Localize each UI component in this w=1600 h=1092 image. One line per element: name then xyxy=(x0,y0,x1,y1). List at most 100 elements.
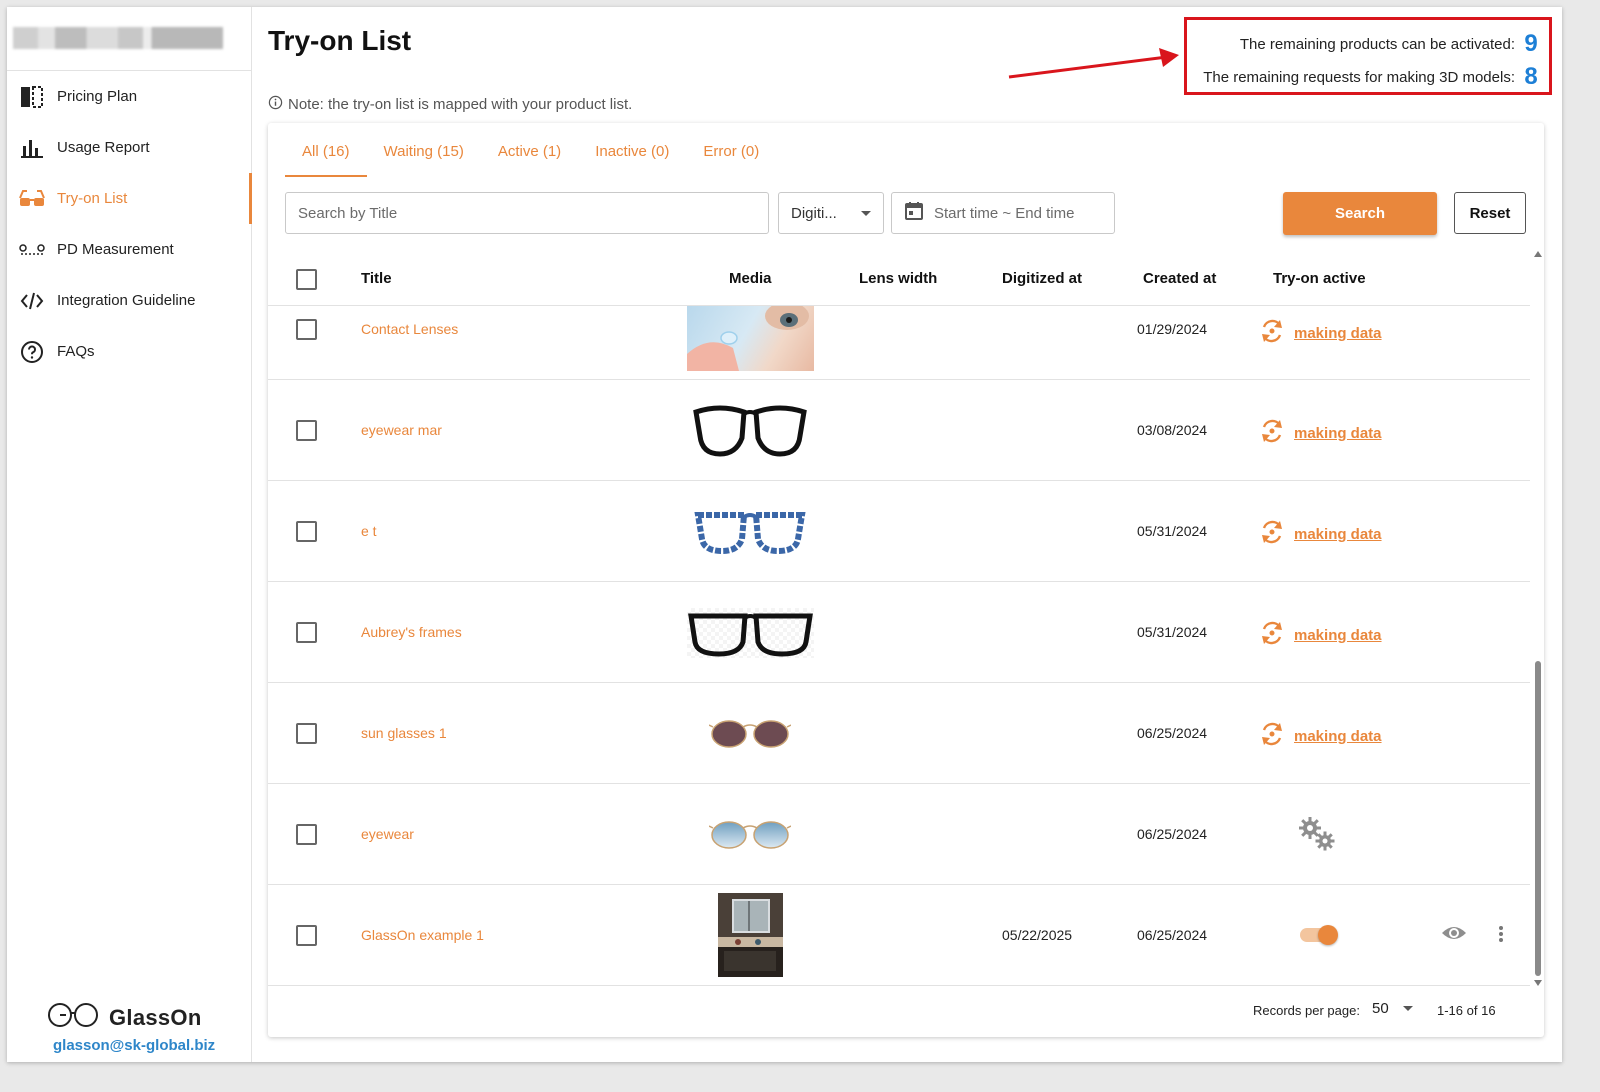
column-title[interactable]: Title xyxy=(361,270,392,287)
sidebar-nav: Pricing Plan Usage Report Try-on List PD… xyxy=(7,71,252,377)
row-created-at: 06/25/2024 xyxy=(1137,927,1208,943)
remaining-requests-row: The remaining requests for making 3D mod… xyxy=(1203,63,1539,91)
sidebar-item-try-on-list[interactable]: Try-on List xyxy=(7,173,252,224)
scrollbar-thumb[interactable] xyxy=(1535,661,1541,976)
row-title[interactable]: eyewear mar xyxy=(361,422,442,438)
search-title-input[interactable] xyxy=(285,192,769,234)
pagination-range: 1-16 of 16 xyxy=(1437,1003,1496,1018)
row-title[interactable]: Aubrey's frames xyxy=(361,624,462,640)
tab-error[interactable]: Error (0) xyxy=(686,143,776,175)
row-title[interactable]: eyewear xyxy=(361,826,414,842)
sidebar-item-label: Pricing Plan xyxy=(57,88,138,105)
date-range-placeholder: Start time ~ End time xyxy=(934,204,1075,222)
column-digitized-at[interactable]: Digitized at xyxy=(1002,270,1082,287)
table-scrollbar[interactable] xyxy=(1532,251,1544,986)
digitized-select-value: Digiti... xyxy=(791,204,837,222)
blue-gradient-sunglasses xyxy=(709,818,791,850)
records-per-page-value: 50 xyxy=(1372,1000,1389,1017)
making-data-label: making data xyxy=(1294,727,1382,745)
making-data-link[interactable]: making data xyxy=(1258,619,1382,651)
support-email-link[interactable]: glasson@sk-global.biz xyxy=(53,1037,227,1054)
date-range-picker[interactable]: Start time ~ End time xyxy=(891,192,1115,234)
more-vertical-icon[interactable] xyxy=(1498,925,1504,946)
try-on-active-toggle[interactable] xyxy=(1300,925,1338,945)
tab-inactive[interactable]: Inactive (0) xyxy=(578,143,686,175)
column-created-at[interactable]: Created at xyxy=(1143,270,1216,287)
tab-all[interactable]: All (16) xyxy=(285,143,367,177)
sidebar: Pricing Plan Usage Report Try-on List PD… xyxy=(7,7,252,1062)
table-row: e t 05/31/2024 making data xyxy=(268,481,1530,582)
pagination-footer: Records per page: 50 1-16 of 16 xyxy=(268,985,1530,1038)
row-created-at: 05/31/2024 xyxy=(1137,523,1208,539)
row-checkbox[interactable] xyxy=(296,420,317,441)
making-data-label: making data xyxy=(1294,626,1382,644)
records-per-page-select[interactable]: 50 xyxy=(1372,1000,1413,1017)
scroll-down-arrow-icon[interactable] xyxy=(1534,980,1542,986)
glasson-logo-icon xyxy=(47,1002,101,1033)
digitized-select[interactable]: Digiti... xyxy=(778,192,884,234)
row-created-at: 03/08/2024 xyxy=(1137,422,1208,438)
row-checkbox[interactable] xyxy=(296,723,317,744)
making-data-label: making data xyxy=(1294,324,1382,342)
making-data-label: making data xyxy=(1294,424,1382,442)
room-photo xyxy=(718,893,783,977)
app-window: Pricing Plan Usage Report Try-on List PD… xyxy=(7,7,1562,1062)
sync-icon xyxy=(1258,417,1286,449)
making-data-link[interactable]: making data xyxy=(1258,720,1382,752)
blurred-account-logo xyxy=(13,27,223,49)
annotation-arrow-icon xyxy=(1008,48,1179,79)
sidebar-item-label: PD Measurement xyxy=(57,241,174,258)
reset-button[interactable]: Reset xyxy=(1454,192,1526,234)
sync-icon xyxy=(1258,317,1286,349)
row-checkbox[interactable] xyxy=(296,319,317,340)
tab-waiting[interactable]: Waiting (15) xyxy=(367,143,481,175)
sidebar-item-integration-guideline[interactable]: Integration Guideline xyxy=(7,275,251,326)
row-checkbox[interactable] xyxy=(296,925,317,946)
chevron-down-icon xyxy=(861,210,871,216)
brown-round-sunglasses xyxy=(709,717,791,749)
row-digitized-at: 05/22/2025 xyxy=(1002,927,1073,943)
row-title[interactable]: Contact Lenses xyxy=(361,321,458,337)
row-created-at: 06/25/2024 xyxy=(1137,826,1208,842)
sidebar-item-faqs[interactable]: FAQs xyxy=(7,326,251,377)
gears-processing-icon xyxy=(1298,816,1336,855)
info-icon xyxy=(268,95,283,114)
row-checkbox[interactable] xyxy=(296,622,317,643)
column-try-on-active: Try-on active xyxy=(1273,270,1366,287)
table-row: GlassOn example 1 05/22/2025 06/25/2024 xyxy=(268,885,1530,984)
row-created-at: 05/31/2024 xyxy=(1137,624,1208,640)
sidebar-item-label: Usage Report xyxy=(57,139,150,156)
contact-lens-photo xyxy=(687,306,814,371)
search-button[interactable]: Search xyxy=(1283,192,1437,235)
sidebar-item-pd-measurement[interactable]: PD Measurement xyxy=(7,224,251,275)
select-all-checkbox[interactable] xyxy=(296,269,317,290)
bar-chart-icon xyxy=(19,135,45,161)
black-square-frame xyxy=(687,608,814,658)
making-data-link[interactable]: making data xyxy=(1258,417,1382,449)
table-row: eyewear 06/25/2024 xyxy=(268,784,1530,885)
sidebar-item-pricing-plan[interactable]: Pricing Plan xyxy=(7,71,251,122)
blue-tortoise-frame xyxy=(694,509,806,555)
sidebar-item-label: Integration Guideline xyxy=(57,292,196,309)
scroll-up-arrow-icon[interactable] xyxy=(1534,251,1542,257)
making-data-link[interactable]: making data xyxy=(1258,317,1382,349)
status-tabs: All (16) Waiting (15) Active (1) Inactiv… xyxy=(285,143,776,177)
table-body: Contact Lenses 01/29/2024 making data ey… xyxy=(268,306,1530,984)
tab-active[interactable]: Active (1) xyxy=(481,143,578,175)
eye-icon[interactable] xyxy=(1441,923,1467,946)
code-icon xyxy=(19,288,45,314)
row-checkbox[interactable] xyxy=(296,521,317,542)
sidebar-item-label: Try-on List xyxy=(57,190,128,207)
remaining-requests-label: The remaining requests for making 3D mod… xyxy=(1203,68,1515,86)
row-title[interactable]: sun glasses 1 xyxy=(361,725,447,741)
remaining-products-value: 9 xyxy=(1524,30,1538,57)
making-data-link[interactable]: making data xyxy=(1258,518,1382,550)
table-row: Aubrey's frames 05/31/2024 making data xyxy=(268,582,1530,683)
row-title[interactable]: e t xyxy=(361,523,377,539)
sidebar-item-usage-report[interactable]: Usage Report xyxy=(7,122,251,173)
row-title[interactable]: GlassOn example 1 xyxy=(361,927,484,943)
sync-icon xyxy=(1258,518,1286,550)
column-lens-width[interactable]: Lens width xyxy=(859,270,937,287)
row-checkbox[interactable] xyxy=(296,824,317,845)
records-per-page-label: Records per page: xyxy=(1253,1003,1360,1018)
